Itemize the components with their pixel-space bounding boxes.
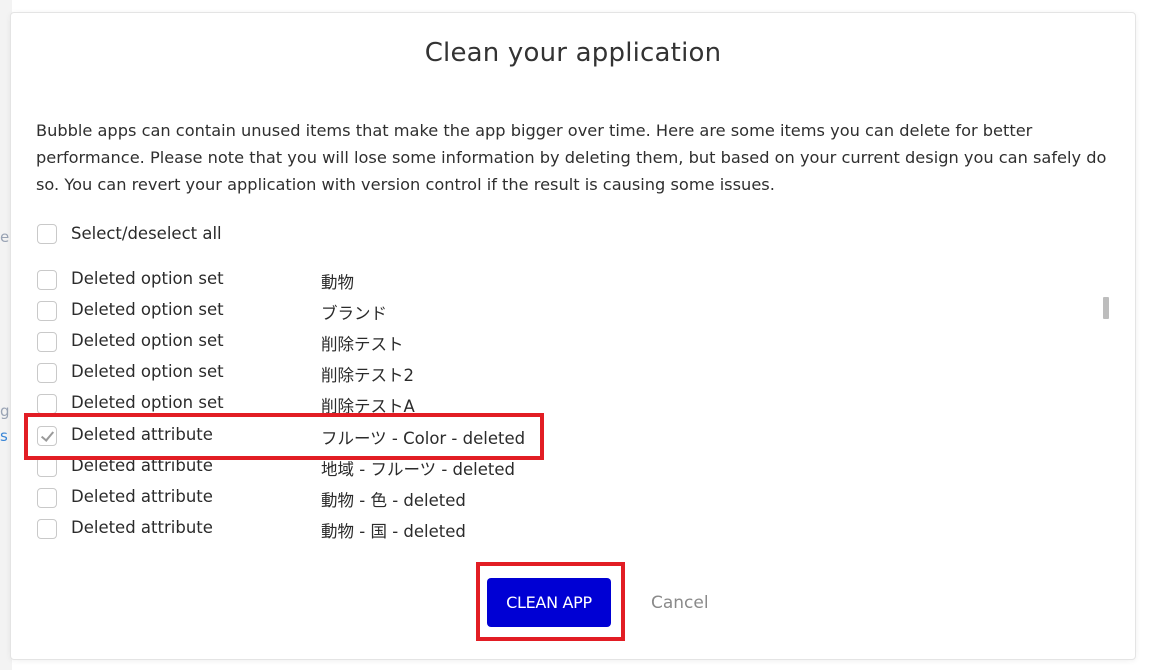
item-type-label: Deleted option set: [71, 331, 224, 350]
item-name: 動物 - 色 - deleted: [321, 491, 466, 510]
item-type-label: Deleted attribute: [71, 487, 213, 506]
item-type-label: Deleted option set: [71, 362, 224, 381]
clean-app-dialog: Clean your application Bubble apps can c…: [10, 12, 1136, 660]
item-name: 動物 - 国 - deleted: [321, 522, 466, 541]
cancel-button[interactable]: Cancel: [651, 590, 726, 616]
item-checkbox[interactable]: [37, 519, 57, 539]
item-type-label: Deleted option set: [71, 269, 224, 288]
list-scrollbar[interactable]: [1103, 297, 1109, 319]
highlight-box-item: [24, 413, 544, 460]
select-all-checkbox[interactable]: [37, 224, 57, 244]
select-all-label: Select/deselect all: [71, 224, 222, 243]
item-type-label: Deleted option set: [71, 300, 224, 319]
item-name: ブランド: [321, 304, 387, 323]
background-text-fragment: g: [0, 402, 10, 420]
item-checkbox[interactable]: [37, 488, 57, 508]
item-name: 動物: [321, 273, 354, 292]
item-name: 削除テスト: [321, 335, 404, 354]
dialog-title: Clean your application: [424, 38, 722, 68]
clean-app-button[interactable]: CLEAN APP: [487, 578, 611, 627]
item-type-label: Deleted attribute: [71, 518, 213, 537]
item-checkbox[interactable]: [37, 394, 57, 414]
item-checkbox[interactable]: [37, 363, 57, 383]
item-name: 削除テスト2: [321, 366, 414, 385]
item-checkbox[interactable]: [37, 270, 57, 290]
background-link-fragment: s: [0, 427, 8, 445]
item-checkbox[interactable]: [37, 301, 57, 321]
background-text-fragment: e: [0, 228, 10, 246]
item-type-label: Deleted option set: [71, 393, 224, 412]
item-checkbox[interactable]: [37, 332, 57, 352]
item-checkbox[interactable]: [37, 457, 57, 477]
dialog-description: Bubble apps can contain unused items tha…: [36, 121, 1107, 194]
